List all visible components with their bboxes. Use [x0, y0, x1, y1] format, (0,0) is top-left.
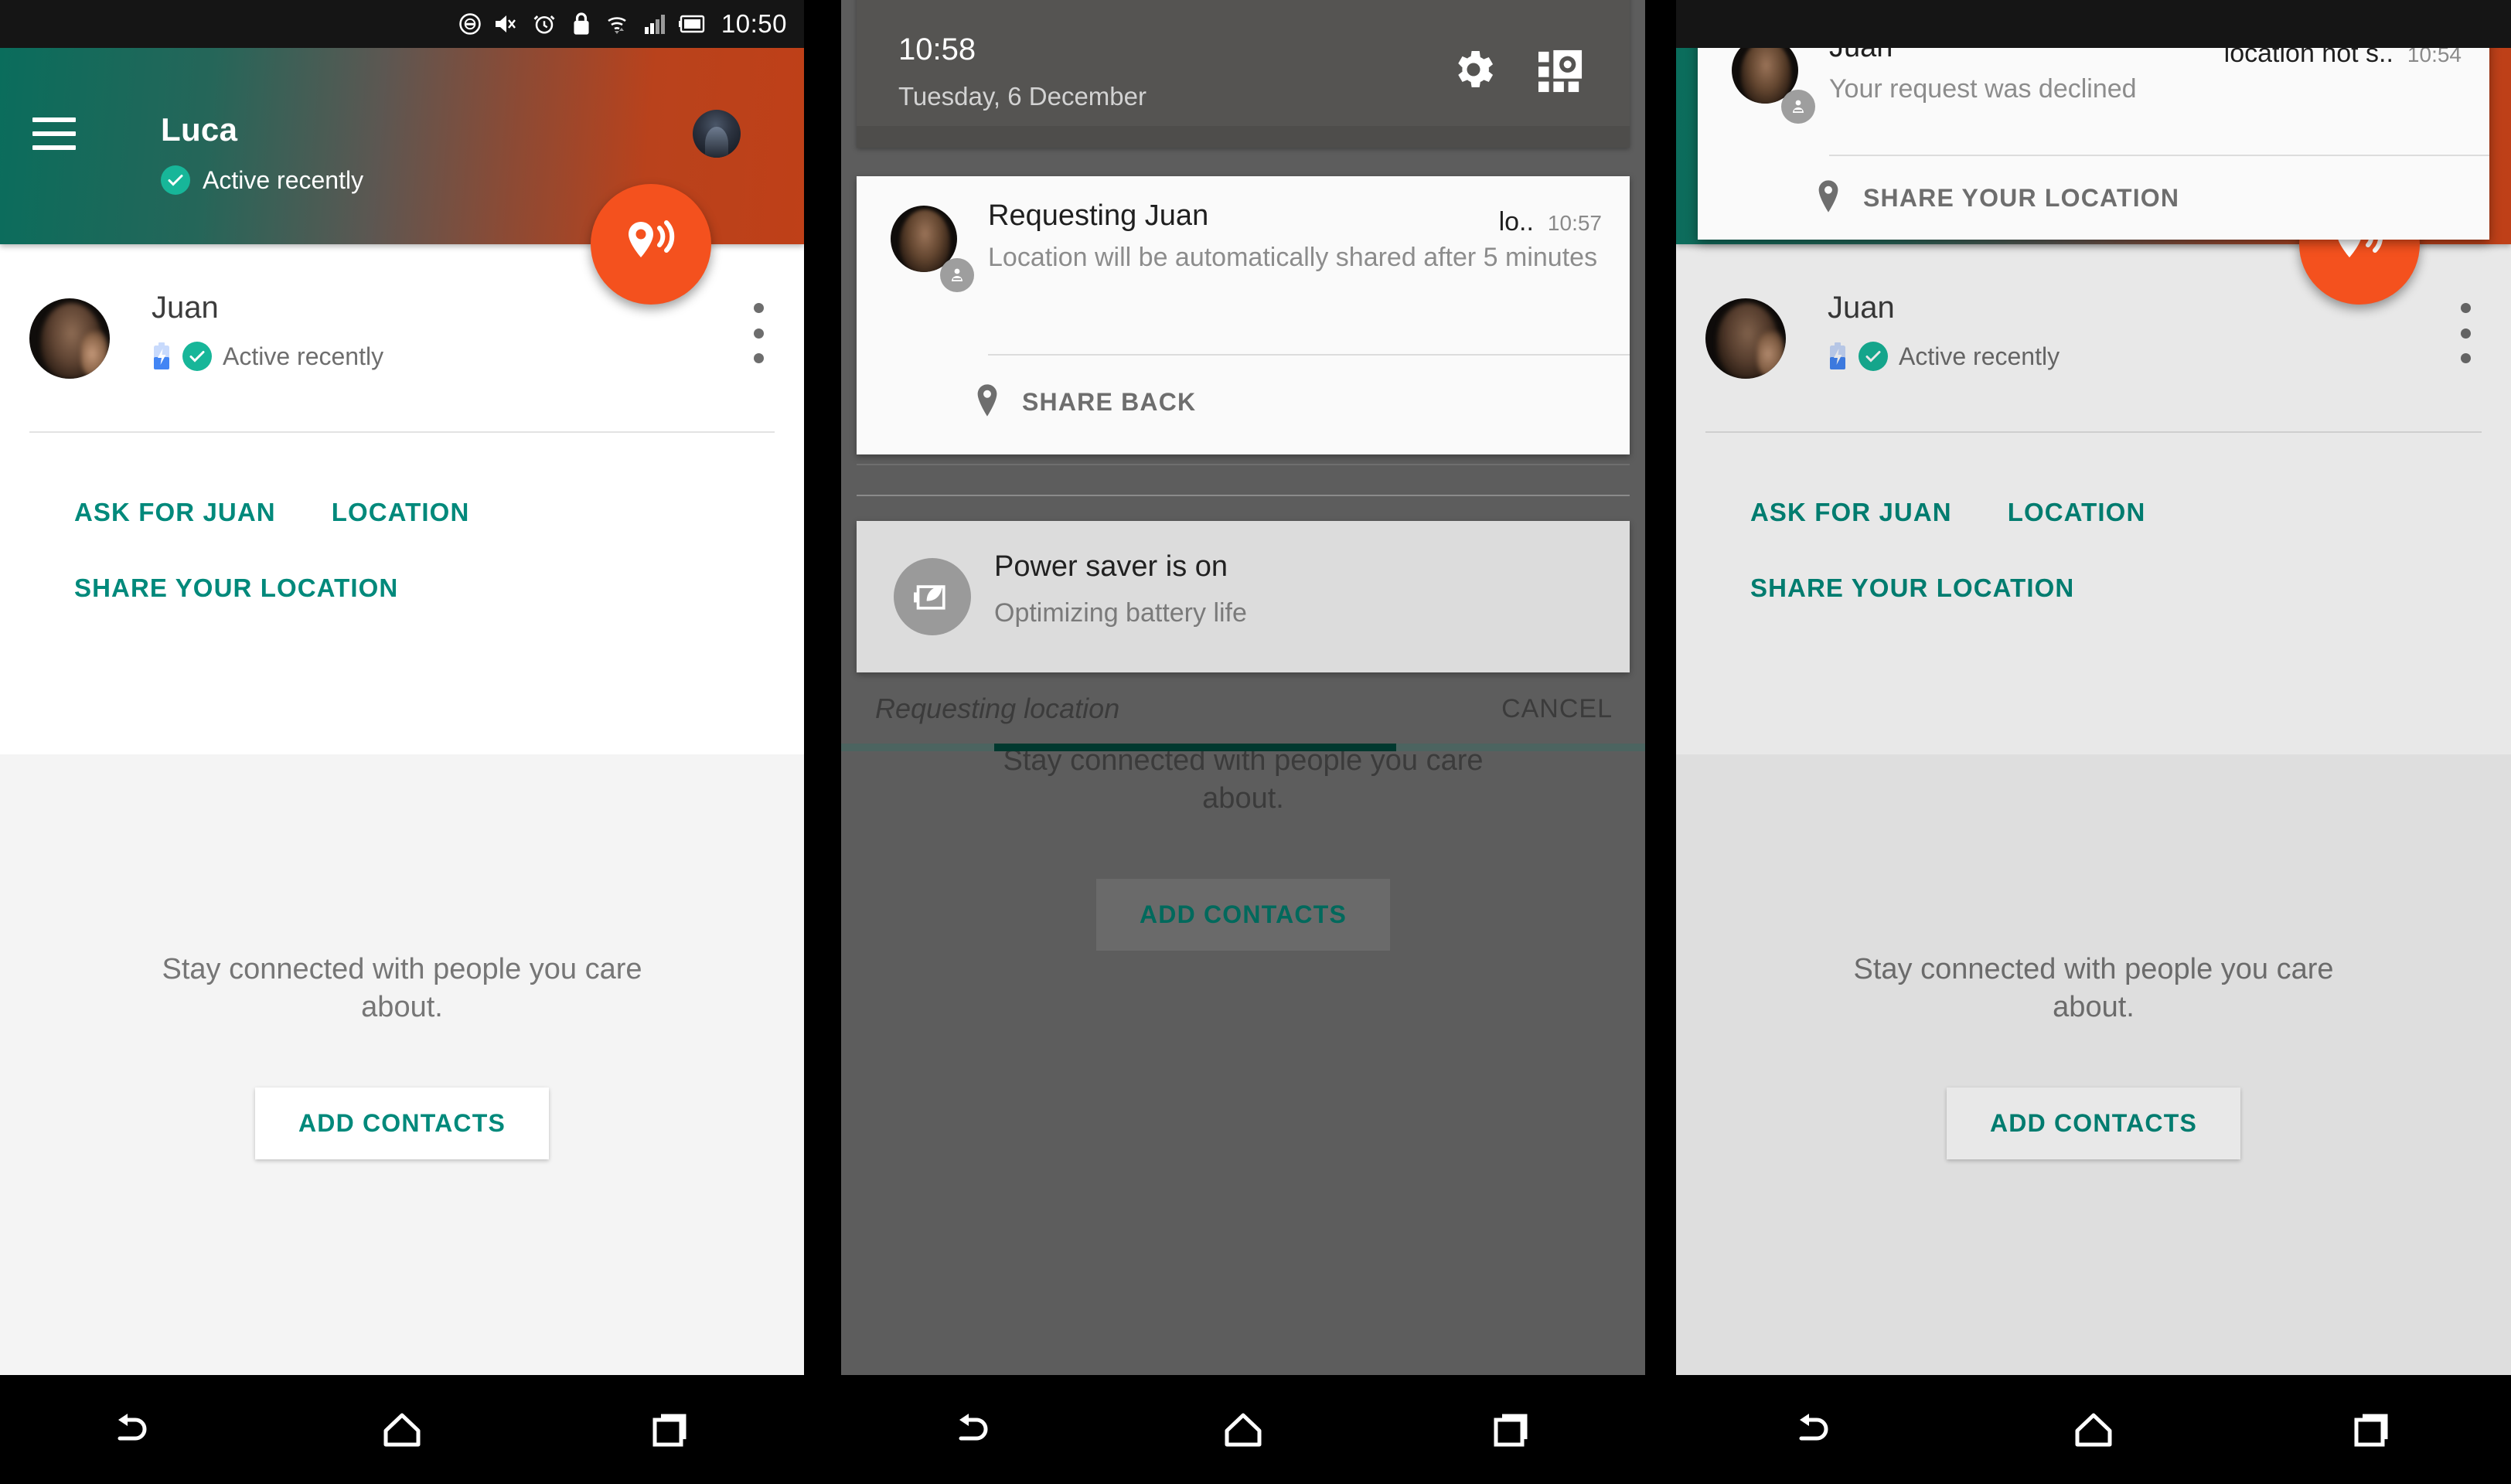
- shade-clock: 10:58: [898, 32, 976, 66]
- panel-two-notification-shade: 10:58 Tuesday, 6 December Requesting Jua…: [841, 0, 1645, 1484]
- recents-icon[interactable]: [624, 1391, 717, 1469]
- volume-mute-icon: [494, 11, 520, 37]
- leaf-battery-icon: [894, 558, 971, 635]
- cellular-signal-icon: [642, 11, 669, 37]
- notification-action-share-back[interactable]: SHARE BACK: [974, 383, 1196, 421]
- wifi-icon: [605, 11, 632, 37]
- screenshot-stage: 10:50 Luca Active recently Juan Active r…: [0, 0, 2511, 1484]
- snackbar-cancel-button[interactable]: CANCEL: [1501, 694, 1613, 724]
- status-bar: 10:50: [0, 0, 804, 48]
- panel-one-contacts-screen: 10:50 Luca Active recently Juan Active r…: [0, 0, 804, 1484]
- location-pin-icon: [974, 383, 1000, 421]
- add-contacts-button[interactable]: ADD CONTACTS: [254, 1087, 549, 1160]
- notification-timestamp: 10:57: [1547, 211, 1602, 235]
- notification-body: Location will be automatically shared af…: [988, 243, 1598, 272]
- person-badge-icon: [1781, 90, 1815, 124]
- back-icon[interactable]: [928, 1391, 1021, 1469]
- contact-status-label: Active recently: [223, 342, 384, 370]
- snackbar-requesting-location: Requesting location CANCEL: [841, 680, 1645, 770]
- location-button[interactable]: LOCATION: [332, 498, 470, 527]
- check-circle-icon: [182, 342, 212, 371]
- panel-gap: [1645, 0, 1676, 1484]
- notification-action-label: SHARE YOUR LOCATION: [1863, 184, 2180, 212]
- home-icon[interactable]: [1197, 1391, 1290, 1469]
- notification-action-share-your-location[interactable]: SHARE YOUR LOCATION: [1815, 179, 2179, 217]
- contact-avatar: [29, 298, 110, 379]
- notification-body: Your request was declined: [1829, 74, 2137, 104]
- contact-name: Juan: [152, 291, 219, 325]
- navigation-bar: [841, 1375, 1645, 1484]
- home-icon[interactable]: [356, 1391, 448, 1469]
- navigation-bar: [0, 1375, 804, 1484]
- alarm-icon: [531, 11, 557, 37]
- notification-divider: [1829, 155, 2489, 156]
- share-actions-row: SHARE YOUR LOCATION: [0, 546, 804, 631]
- share-your-location-button[interactable]: SHARE YOUR LOCATION: [74, 574, 398, 603]
- app-bar-status: Active recently: [161, 165, 363, 195]
- back-icon[interactable]: [1769, 1391, 1862, 1469]
- page-title: Luca: [161, 111, 238, 148]
- notification-requesting-location[interactable]: Requesting Juan lo.. 10:57 Location will…: [857, 176, 1630, 454]
- gear-icon[interactable]: [1449, 45, 1498, 98]
- status-bar: [1676, 0, 2511, 48]
- check-circle-icon: [161, 165, 190, 195]
- contact-row[interactable]: Juan Active recently: [0, 281, 804, 397]
- shade-header-separator: [857, 126, 1630, 148]
- panel-gap: [804, 0, 841, 1484]
- back-icon[interactable]: [87, 1391, 180, 1469]
- ask-for-contact-button[interactable]: ASK FOR JUAN: [74, 498, 276, 527]
- do-not-disturb-icon: [457, 11, 483, 37]
- battery-charging-icon: [152, 342, 172, 371]
- location-pin-icon: [1815, 179, 1842, 217]
- heads-up-dim-overlay: [1676, 244, 2511, 1375]
- shade-date: Tuesday, 6 December: [898, 82, 1146, 111]
- location-broadcast-icon: [621, 219, 681, 271]
- battery-icon: [678, 11, 706, 37]
- progress-bar: [841, 744, 1645, 751]
- snackbar-label: Requesting location: [875, 693, 1120, 724]
- panel-three-heads-up-notification: Juan Active recently ASK FOR JUAN LOCATI…: [1676, 0, 2511, 1484]
- notification-action-label: SHARE BACK: [1022, 388, 1197, 416]
- notification-app-name: lo..: [1498, 207, 1534, 237]
- shade-divider-one: [857, 464, 1630, 465]
- contacts-sheet: Juan Active recently ASK FOR JUAN LOCATI…: [0, 244, 804, 1375]
- share-location-fab[interactable]: [591, 184, 711, 305]
- power-saver-subtitle: Optimizing battery life: [994, 598, 1247, 628]
- empty-state: Stay connected with people you care abou…: [0, 754, 804, 1375]
- quick-settings-icon[interactable]: [1538, 49, 1583, 97]
- notification-power-saver[interactable]: Power saver is on Optimizing battery lif…: [857, 521, 1630, 672]
- app-bar-status-label: Active recently: [203, 165, 364, 194]
- person-badge-icon: [940, 258, 974, 292]
- contact-actions-row: ASK FOR JUAN LOCATION: [0, 470, 804, 555]
- recents-icon[interactable]: [2325, 1391, 2418, 1469]
- notification-divider: [988, 354, 1630, 356]
- status-bar-clock: 10:50: [721, 9, 787, 38]
- home-icon[interactable]: [2047, 1391, 2140, 1469]
- navigation-bar: [1676, 1375, 2511, 1484]
- divider: [29, 431, 775, 433]
- contact-status: Active recently: [152, 342, 383, 371]
- empty-state-message: Stay connected with people you care abou…: [162, 953, 642, 1023]
- power-saver-title: Power saver is on: [994, 550, 1228, 583]
- lock-icon: [568, 11, 595, 37]
- add-contacts-button[interactable]: ADD CONTACTS: [1095, 879, 1390, 951]
- shade-header: 10:58 Tuesday, 6 December: [857, 0, 1630, 148]
- notification-meta: lo.. 10:57: [1499, 207, 1602, 237]
- hamburger-menu-icon[interactable]: [32, 117, 76, 150]
- shade-divider-two: [857, 495, 1630, 496]
- avatar[interactable]: [693, 110, 741, 158]
- notification-title: Requesting Juan: [988, 199, 1209, 232]
- more-vertical-icon[interactable]: [753, 303, 764, 363]
- recents-icon[interactable]: [1465, 1391, 1558, 1469]
